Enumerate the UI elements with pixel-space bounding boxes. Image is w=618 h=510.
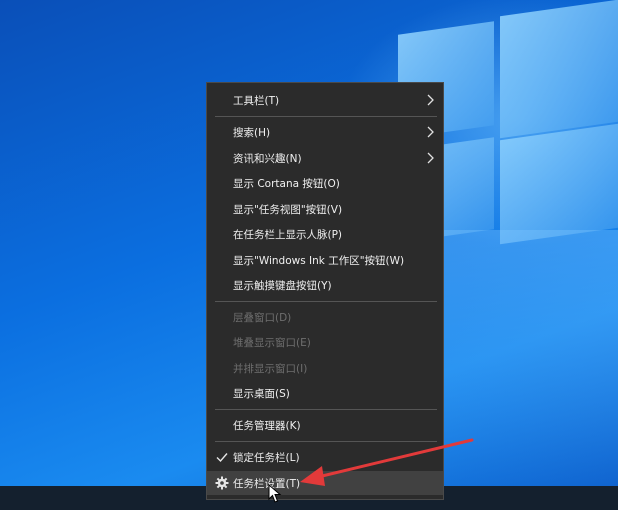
menu-item-label: 搜索(H) — [233, 126, 271, 139]
menu-item-show-cortana[interactable]: 显示 Cortana 按钮(O) — [207, 171, 443, 195]
menu-item-task-manager[interactable]: 任务管理器(K) — [207, 413, 443, 437]
menu-item-label: 锁定任务栏(L) — [233, 451, 300, 464]
menu-item-show-touch-keyboard[interactable]: 显示触摸键盘按钮(Y) — [207, 273, 443, 297]
checkmark-icon — [216, 453, 228, 463]
chevron-right-icon — [427, 126, 434, 138]
menu-item-show-desktop[interactable]: 显示桌面(S) — [207, 381, 443, 405]
mouse-cursor-icon — [268, 484, 282, 503]
menu-item-label: 资讯和兴趣(N) — [233, 152, 302, 165]
menu-item-stack-windows: 堆叠显示窗口(E) — [207, 330, 443, 354]
windows-logo-pane — [500, 123, 618, 245]
menu-item-label: 任务管理器(K) — [233, 419, 301, 432]
menu-separator — [215, 441, 437, 442]
menu-item-label: 层叠窗口(D) — [233, 311, 292, 324]
menu-item-label: 并排显示窗口(I) — [233, 362, 308, 375]
menu-item-taskbar-settings[interactable]: 任务栏设置(T) — [207, 471, 443, 495]
chevron-right-icon — [427, 152, 434, 164]
menu-item-show-people[interactable]: 在任务栏上显示人脉(P) — [207, 222, 443, 246]
menu-item-cascade-windows: 层叠窗口(D) — [207, 305, 443, 329]
menu-item-label: 显示"Windows Ink 工作区"按钮(W) — [233, 254, 405, 267]
menu-item-news-interests[interactable]: 资讯和兴趣(N) — [207, 146, 443, 170]
menu-item-label: 任务栏设置(T) — [233, 477, 301, 490]
taskbar-context-menu: 工具栏(T) 搜索(H) 资讯和兴趣(N) 显示 Cortana 按钮(O) 显… — [206, 82, 444, 500]
menu-item-label: 显示触摸键盘按钮(Y) — [233, 279, 332, 292]
menu-item-label: 在任务栏上显示人脉(P) — [233, 228, 343, 241]
menu-item-label: 显示桌面(S) — [233, 387, 290, 400]
menu-item-show-windows-ink[interactable]: 显示"Windows Ink 工作区"按钮(W) — [207, 248, 443, 272]
menu-item-side-by-side: 并排显示窗口(I) — [207, 356, 443, 380]
menu-separator — [215, 116, 437, 117]
menu-item-show-task-view[interactable]: 显示"任务视图"按钮(V) — [207, 197, 443, 221]
menu-item-label: 显示"任务视图"按钮(V) — [233, 203, 343, 216]
gear-icon — [215, 476, 229, 490]
menu-item-toolbars[interactable]: 工具栏(T) — [207, 88, 443, 112]
menu-separator — [215, 409, 437, 410]
menu-item-lock-taskbar[interactable]: 锁定任务栏(L) — [207, 445, 443, 469]
menu-item-label: 堆叠显示窗口(E) — [233, 336, 311, 349]
menu-separator — [215, 301, 437, 302]
menu-item-label: 工具栏(T) — [233, 94, 280, 107]
menu-item-label: 显示 Cortana 按钮(O) — [233, 177, 340, 190]
menu-item-search[interactable]: 搜索(H) — [207, 120, 443, 144]
chevron-right-icon — [427, 94, 434, 106]
windows-logo-pane — [500, 0, 618, 139]
